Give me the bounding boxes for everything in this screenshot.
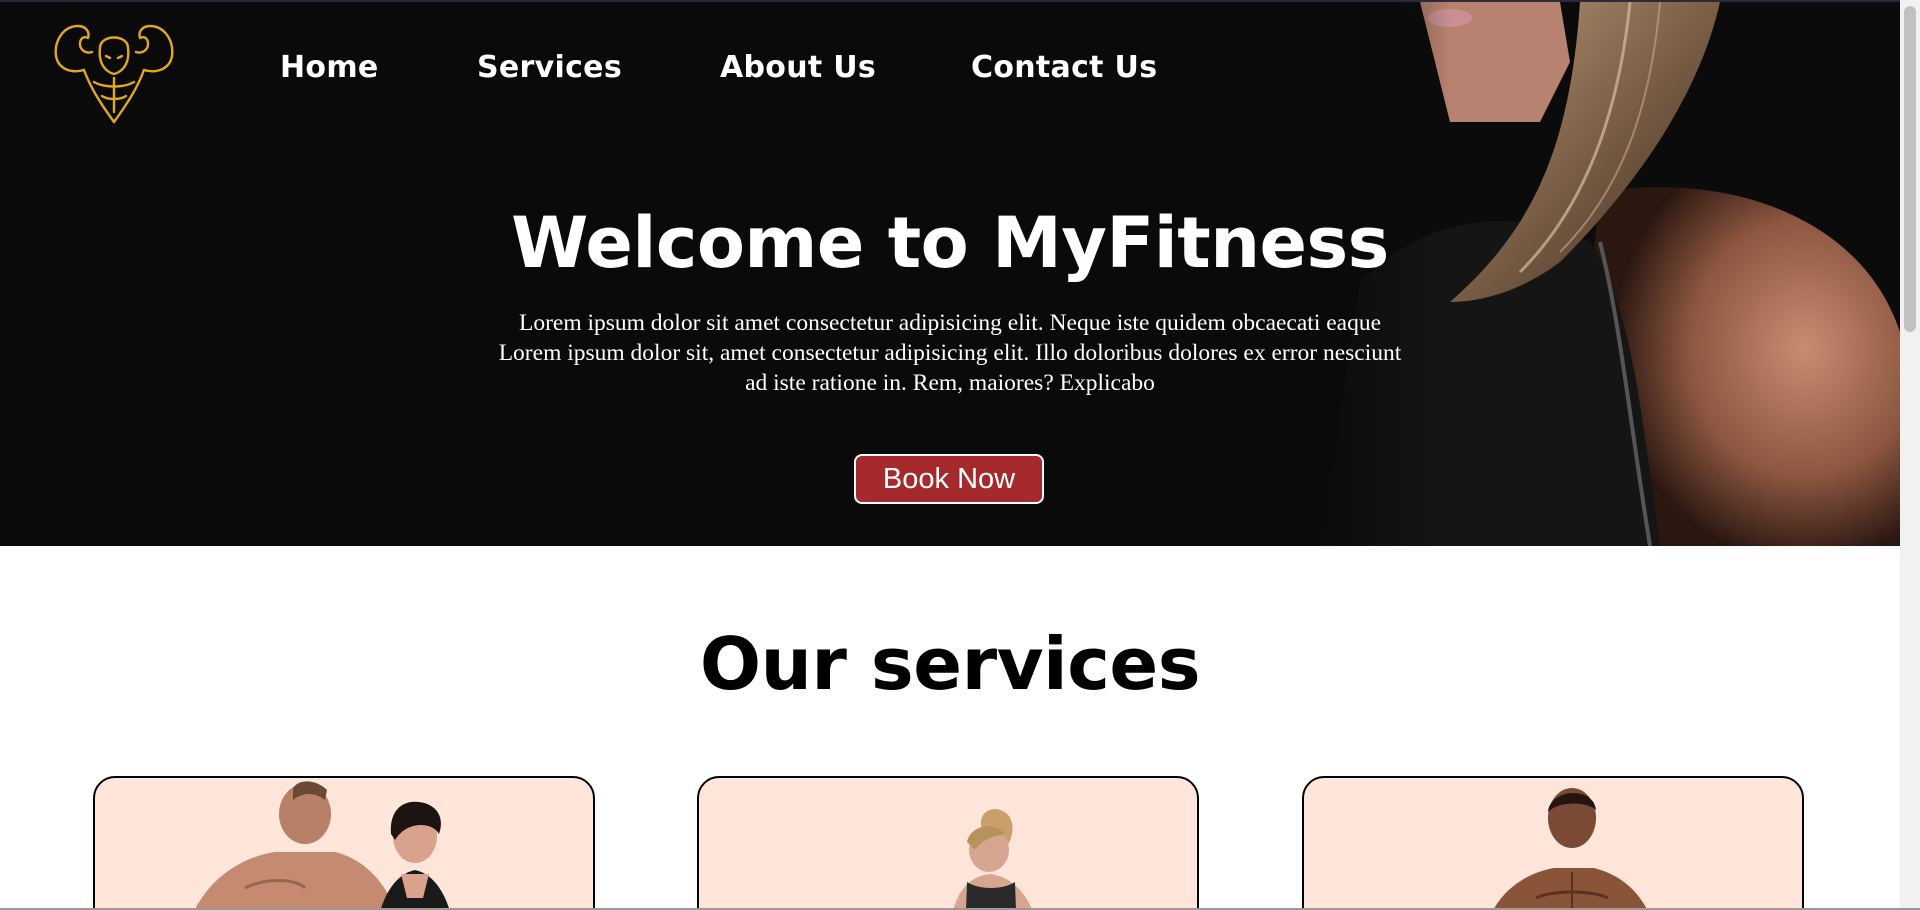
- service-card[interactable]: [93, 776, 595, 910]
- muscle-man-logo-icon[interactable]: [50, 16, 178, 124]
- woman-workout-photo: [953, 809, 1033, 910]
- nav-link-home[interactable]: Home: [280, 50, 379, 85]
- couple-fitness-photo: [194, 781, 450, 910]
- service-card[interactable]: [697, 776, 1199, 910]
- hero-description-line: ad iste ratione in. Rem, maiores? Explic…: [745, 370, 1155, 396]
- book-now-button[interactable]: Book Now: [854, 454, 1044, 504]
- service-card[interactable]: [1302, 776, 1804, 910]
- hero-title: Welcome to MyFitness: [511, 202, 1389, 284]
- services-title: Our services: [699, 622, 1201, 706]
- nav-link-contact-us[interactable]: Contact Us: [971, 50, 1157, 85]
- page: Home Services About Us Contact Us Welcom…: [0, 0, 1900, 910]
- scrollbar-thumb[interactable]: [1904, 6, 1916, 332]
- hero-description-line: Lorem ipsum dolor sit, amet consectetur …: [498, 340, 1402, 366]
- window-top-edge: [0, 0, 1920, 2]
- hero-description: Lorem ipsum dolor sit amet consectetur a…: [440, 308, 1460, 398]
- hero-section: Home Services About Us Contact Us Welcom…: [0, 2, 1900, 546]
- hero-description-line: Lorem ipsum dolor sit amet consectetur a…: [518, 310, 1382, 336]
- vertical-scrollbar[interactable]: [1900, 0, 1920, 910]
- nav-link-services[interactable]: Services: [477, 50, 622, 85]
- man-bodybuilder-photo: [1493, 788, 1648, 910]
- nav-link-about-us[interactable]: About Us: [720, 50, 876, 85]
